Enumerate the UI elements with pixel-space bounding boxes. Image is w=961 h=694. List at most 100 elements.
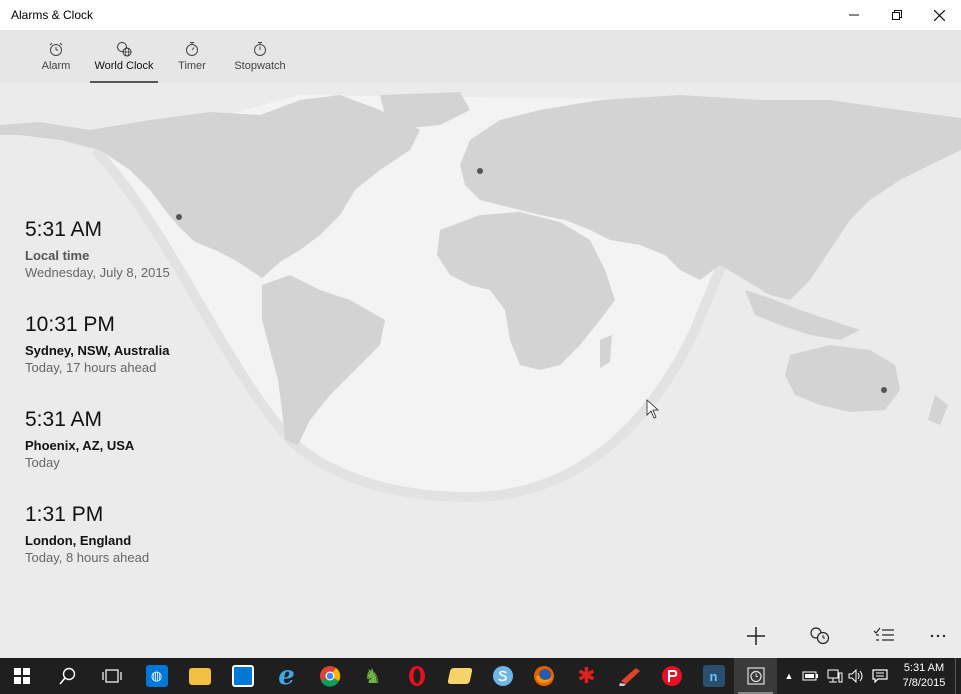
taskbar-app-opera[interactable] xyxy=(395,658,438,694)
continent-new-zealand xyxy=(928,395,948,425)
more-button[interactable] xyxy=(920,622,956,650)
chevron-up-icon: ▲ xyxy=(784,671,794,681)
continent-australia xyxy=(785,345,900,412)
taskbar-app-store[interactable] xyxy=(221,658,264,694)
taskbar-date: 7/8/2015 xyxy=(902,677,946,689)
continent-southeast-asia xyxy=(745,290,860,340)
ccleaner-icon xyxy=(618,668,640,686)
clock-subtext: Wednesday, July 8, 2015 xyxy=(25,265,170,280)
tray-volume[interactable] xyxy=(846,658,868,694)
minimize-icon xyxy=(848,14,859,16)
network-app-icon: ◍ xyxy=(145,665,168,687)
select-button[interactable] xyxy=(866,622,902,650)
internet-explorer-icon: e xyxy=(278,661,295,691)
taskbar-app-ccleaner[interactable] xyxy=(608,658,651,694)
close-icon xyxy=(934,9,945,21)
restore-button[interactable] xyxy=(875,0,918,30)
clock-subtext: Today, 17 hours ahead xyxy=(25,360,157,375)
blue-app-icon: n xyxy=(702,665,725,687)
taskbar-app-file-explorer[interactable] xyxy=(178,658,221,694)
clock-entry-sydney[interactable]: 10:31 PM Sydney, NSW, Australia Today, 1… xyxy=(25,313,225,375)
chrome-icon xyxy=(319,666,340,687)
start-button[interactable] xyxy=(0,658,43,694)
tab-world-clock[interactable]: World Clock xyxy=(90,30,158,83)
tray-battery[interactable] xyxy=(800,658,822,694)
dragon-app-icon: ♞ xyxy=(363,665,382,688)
taskbar-app-dragon[interactable]: ♞ xyxy=(351,658,394,694)
taskbar-app-internet-explorer[interactable]: e xyxy=(265,658,308,694)
minimize-button[interactable] xyxy=(832,0,875,30)
taskbar-app-network[interactable]: ◍ xyxy=(135,658,178,694)
taskbar-app-skype[interactable] xyxy=(481,658,524,694)
taskbar-app-firefox[interactable] xyxy=(522,658,565,694)
stopwatch-icon xyxy=(254,42,266,56)
clock-subtext: Today, 8 hours ahead xyxy=(25,550,150,565)
more-icon xyxy=(930,634,946,638)
tray-network[interactable] xyxy=(824,658,846,694)
navigation-tabs: Alarm World Clock Timer Stopwatch xyxy=(0,30,961,83)
clock-entry-phoenix[interactable]: 5:31 AM Phoenix, AZ, USA Today xyxy=(25,408,225,470)
windows-logo-icon xyxy=(13,668,30,684)
network-icon xyxy=(827,669,843,683)
clock-time: 1:31 PM xyxy=(25,503,104,526)
title-bar: Alarms & Clock xyxy=(0,0,961,30)
skype-icon xyxy=(492,666,513,686)
clock-subtext: Today xyxy=(25,455,60,470)
timer-icon xyxy=(186,42,198,56)
taskbar-app-folders[interactable] xyxy=(438,658,481,694)
battery-icon xyxy=(802,671,818,681)
world-clock-icon xyxy=(117,42,132,57)
taskbar-clock[interactable]: 5:31 AM 7/8/2015 xyxy=(898,661,950,691)
location-dot-sydney xyxy=(881,387,887,393)
firefox-icon xyxy=(533,666,554,686)
close-button[interactable] xyxy=(918,0,961,30)
clock-time: 5:31 AM xyxy=(25,408,103,431)
task-view-icon xyxy=(101,669,122,683)
window-title: Alarms & Clock xyxy=(11,8,94,22)
add-clock-button[interactable] xyxy=(738,622,774,650)
taskbar-app-blue[interactable]: n xyxy=(692,658,735,694)
tab-label: World Clock xyxy=(94,60,154,72)
compare-icon xyxy=(810,627,830,645)
opera-icon xyxy=(408,666,425,686)
taskbar-app-chrome[interactable] xyxy=(308,658,351,694)
add-icon xyxy=(747,627,765,645)
alarm-icon xyxy=(49,42,63,56)
clock-place: Phoenix, AZ, USA xyxy=(25,438,135,453)
tab-stopwatch[interactable]: Stopwatch xyxy=(230,30,290,83)
red-creature-icon: ✱ xyxy=(577,663,596,688)
location-dot-london xyxy=(477,168,483,174)
notification-icon xyxy=(872,669,888,683)
search-icon xyxy=(58,667,75,685)
taskbar-search[interactable] xyxy=(46,658,89,694)
tab-alarm[interactable]: Alarm xyxy=(34,30,78,83)
clock-place: London, England xyxy=(25,533,132,548)
alarm-clock-app-icon xyxy=(746,667,765,685)
tab-timer[interactable]: Timer xyxy=(170,30,214,83)
folders-icon xyxy=(446,668,473,684)
taskbar-app-pdf[interactable] xyxy=(650,658,693,694)
clock-entry-london[interactable]: 1:31 PM London, England Today, 8 hours a… xyxy=(25,503,225,565)
taskbar-time: 5:31 AM xyxy=(903,662,945,674)
taskbar-app-alarms-clock[interactable] xyxy=(734,658,777,694)
clock-time: 10:31 PM xyxy=(25,313,115,336)
task-view-button[interactable] xyxy=(90,658,133,694)
show-hidden-icons-button[interactable]: ▲ xyxy=(782,658,796,694)
restore-icon xyxy=(891,10,902,20)
folder-icon xyxy=(188,667,211,685)
pdf-icon xyxy=(661,666,682,686)
store-icon xyxy=(231,665,254,687)
compare-button[interactable] xyxy=(802,622,838,650)
action-center-button[interactable] xyxy=(868,658,892,694)
tab-label: Alarm xyxy=(41,60,71,72)
taskbar-app-red-creature[interactable]: ✱ xyxy=(565,658,608,694)
select-icon xyxy=(873,627,894,641)
tab-label: Stopwatch xyxy=(234,60,286,72)
clock-place: Local time xyxy=(25,248,90,263)
show-desktop-button[interactable] xyxy=(955,658,961,694)
tab-label: Timer xyxy=(178,60,206,72)
clock-entry-local[interactable]: 5:31 AM Local time Wednesday, July 8, 20… xyxy=(25,218,225,280)
clock-time: 5:31 AM xyxy=(25,218,103,241)
clock-place: Sydney, NSW, Australia xyxy=(25,343,170,358)
volume-icon xyxy=(848,669,863,683)
